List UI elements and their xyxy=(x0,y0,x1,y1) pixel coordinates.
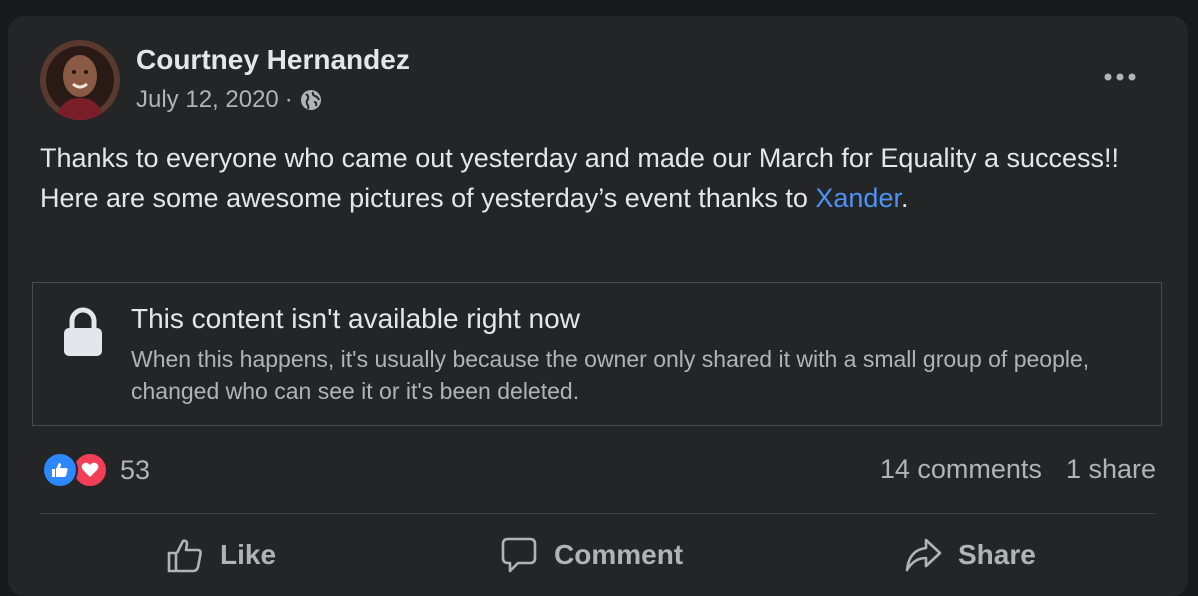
avatar[interactable] xyxy=(40,40,120,120)
actions-divider xyxy=(40,513,1156,514)
post-meta: July 12, 2020 · xyxy=(136,86,323,114)
reaction-count: 53 xyxy=(120,454,151,485)
comment-icon xyxy=(501,537,537,573)
comments-count[interactable]: 14 comments xyxy=(880,454,1042,485)
unavailable-title: This content isn't available right now xyxy=(131,303,580,334)
like-button[interactable]: Like xyxy=(166,536,276,574)
comment-label: Comment xyxy=(554,539,684,570)
like-reaction-icon xyxy=(42,452,78,488)
comment-button[interactable]: Comment xyxy=(500,536,683,574)
post-date[interactable]: July 12, 2020 xyxy=(136,86,279,114)
post-text-end: . xyxy=(900,183,909,213)
post-text-body: Thanks to everyone who came out yesterda… xyxy=(40,143,1120,213)
meta-separator: · xyxy=(284,86,293,113)
more-options-icon[interactable] xyxy=(1100,62,1140,92)
post-text: Thanks to everyone who came out yesterda… xyxy=(40,138,1150,218)
share-button[interactable]: Share xyxy=(904,536,1036,574)
unavailable-description: When this happens, it's usually because … xyxy=(131,346,1090,404)
lock-icon xyxy=(61,307,105,357)
mention-link[interactable]: Xander xyxy=(815,183,901,213)
share-icon xyxy=(905,538,942,572)
engagement-counts: 14 comments 1 share xyxy=(880,454,1156,485)
unavailable-content-box: This content isn't available right now W… xyxy=(32,282,1162,426)
reactions-summary[interactable]: 53 xyxy=(42,452,150,488)
like-label: Like xyxy=(220,539,277,570)
post-card: Courtney Hernandez July 12, 2020 · Thank… xyxy=(8,16,1188,596)
globe-icon[interactable] xyxy=(299,88,323,112)
shares-count[interactable]: 1 share xyxy=(1066,454,1156,485)
share-label: Share xyxy=(958,539,1036,570)
thumbs-up-icon xyxy=(167,539,202,573)
author-name[interactable]: Courtney Hernandez xyxy=(136,44,410,76)
